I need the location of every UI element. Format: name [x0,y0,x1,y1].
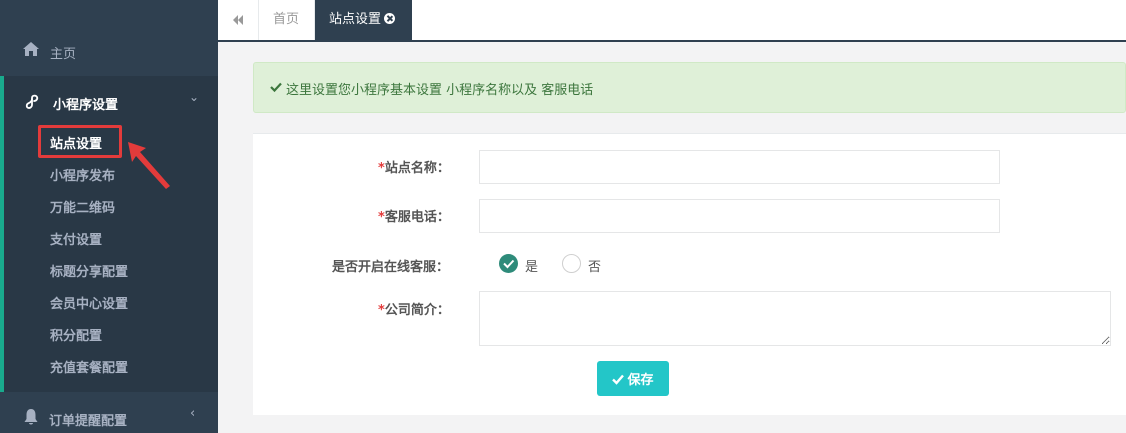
save-button-label: 保存 [627,373,654,388]
sidebar-group-miniprogram: 小程序设置 ⌄ [0,76,218,392]
alert-text: 这里设置您小程序基本设置 小程序名称以及 客服电话 [286,83,594,98]
home-icon [23,42,39,56]
label-text: 客服电话： [384,210,450,225]
save-button[interactable]: 保存 [597,361,669,396]
check-icon [612,374,625,385]
close-icon[interactable] [384,13,396,24]
label-text: 公司简介： [384,303,450,318]
site-name-input[interactable] [479,150,1000,184]
site-name-label: *站点名称： [378,157,450,176]
online-service-no-radio[interactable] [562,254,581,273]
sidebar-item-universal-qrcode[interactable]: 万能二维码 [50,197,115,216]
sidebar-item-payment-settings[interactable]: 支付设置 [50,229,102,248]
required-mark: * [378,210,385,225]
sidebar-item-home[interactable]: 主页 [0,0,218,76]
online-service-no-label[interactable]: 否 [588,256,601,275]
online-service-yes-label[interactable]: 是 [525,256,538,275]
check-icon [503,259,515,269]
sidebar: 主页 小程序设置 ⌄ 站点设置 小程序发布 万能二维码 支付设置 标题分享配置 … [0,0,218,433]
chevron-down-icon[interactable]: ⌄ [189,90,199,104]
tab-label: 站点设置 [329,12,382,27]
chevron-left-icon[interactable]: ‹ [190,406,195,421]
sidebar-item-order-reminder[interactable]: 订单提醒配置 ‹ [0,392,218,433]
annotation-highlight-box [38,125,122,158]
service-phone-label: *客服电话： [378,206,450,225]
tab-scroll-left-button[interactable] [218,0,259,40]
sidebar-item-points-config[interactable]: 积分配置 [50,325,102,344]
info-alert: 这里设置您小程序基本设置 小程序名称以及 客服电话 [253,62,1126,113]
tab-bar: 首页 站点设置 [218,0,1126,42]
tab-label: 首页 [273,12,300,27]
tab-site-settings[interactable]: 站点设置 [315,0,412,41]
sidebar-item-title-share-config[interactable]: 标题分享配置 [50,261,128,280]
sidebar-item-label: 订单提醒配置 [49,414,128,429]
check-icon [270,82,282,93]
required-mark: * [378,161,385,176]
sidebar-item-recharge-package-config[interactable]: 充值套餐配置 [50,357,128,376]
company-intro-textarea[interactable] [479,291,1111,346]
sidebar-group-label[interactable]: 小程序设置 [53,94,118,113]
tab-home[interactable]: 首页 [259,0,315,40]
online-service-label: 是否开启在线客服： [332,260,450,275]
online-service-yes-radio[interactable] [499,254,518,273]
sidebar-item-member-center-settings[interactable]: 会员中心设置 [50,293,128,312]
double-chevron-left-icon [233,15,243,25]
sidebar-item-miniprogram-publish[interactable]: 小程序发布 [50,165,115,184]
company-intro-label: *公司简介： [378,299,450,318]
annotation-arrow-icon [128,142,170,189]
settings-form: *站点名称： *客服电话： 是否开启在线客服： 是 否 *公司简介： 保存 [253,133,1126,415]
label-text: 站点名称： [384,161,450,176]
service-phone-input[interactable] [479,199,1000,233]
miniprogram-icon [25,94,39,109]
bell-icon [24,409,38,425]
sidebar-item-label: 主页 [50,47,77,62]
required-mark: * [378,303,385,318]
